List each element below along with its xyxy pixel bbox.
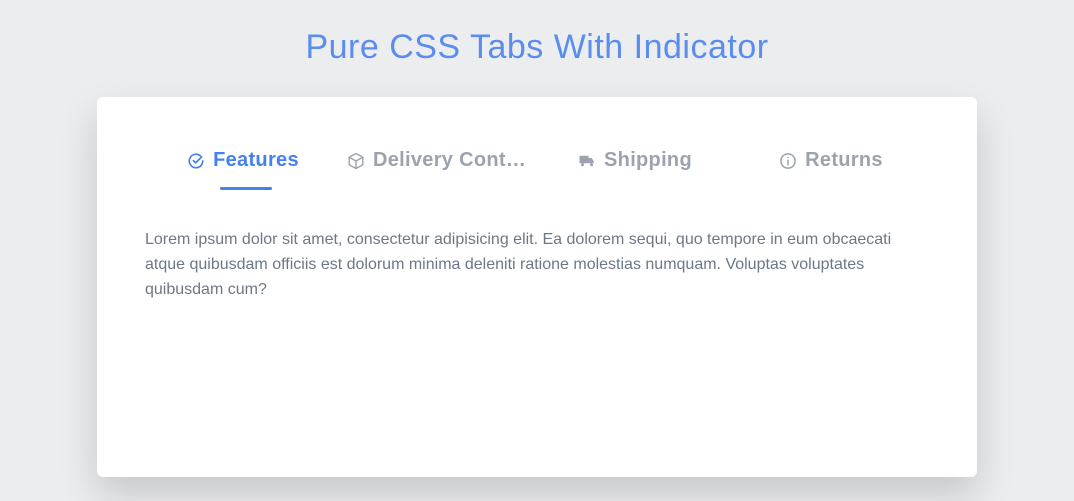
tabs-card: Features Delivery Conte... Shipping	[97, 97, 977, 477]
truck-icon	[578, 152, 596, 170]
info-icon	[779, 152, 797, 170]
tab-content: Lorem ipsum dolor sit amet, consectetur …	[145, 190, 929, 302]
tab-label: Delivery Conte...	[373, 149, 531, 172]
tab-label: Returns	[805, 149, 883, 172]
tab-shipping[interactable]: Shipping	[537, 147, 733, 190]
tab-delivery-contents[interactable]: Delivery Conte...	[341, 147, 537, 190]
page-title: Pure CSS Tabs With Indicator	[0, 0, 1074, 67]
tab-returns[interactable]: Returns	[733, 147, 929, 190]
box-icon	[347, 152, 365, 170]
check-circle-icon	[187, 152, 205, 170]
tab-label: Features	[213, 149, 299, 172]
active-tab-indicator	[220, 187, 272, 190]
tab-features[interactable]: Features	[145, 147, 341, 190]
tab-label: Shipping	[604, 149, 692, 172]
tabs-nav: Features Delivery Conte... Shipping	[145, 147, 929, 190]
